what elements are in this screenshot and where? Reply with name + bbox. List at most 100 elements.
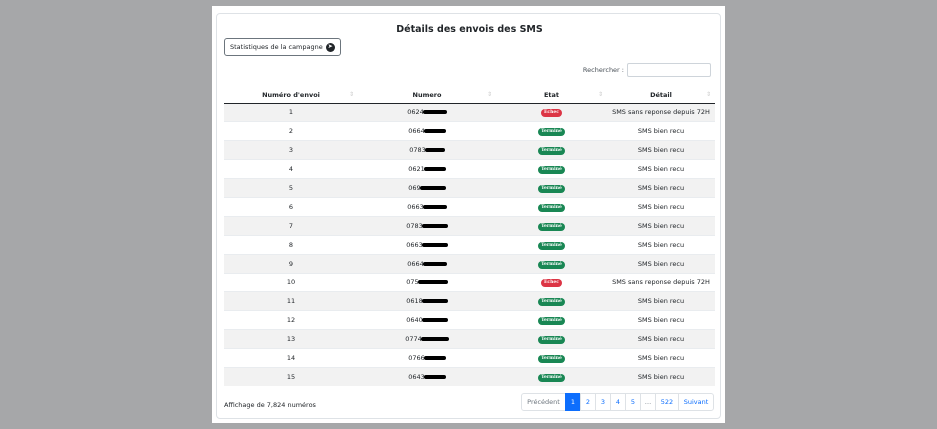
row-detail: SMS bien recu xyxy=(607,178,715,198)
row-id: 13 xyxy=(224,329,358,349)
search-area: Rechercher : xyxy=(583,63,711,77)
pagination-page-522[interactable]: 522 xyxy=(655,393,679,411)
row-etat-cell: Terminé xyxy=(496,215,607,236)
sort-icon: ⇕ xyxy=(597,91,603,98)
row-numero: 0618 xyxy=(406,297,423,306)
status-badge: Terminé xyxy=(538,317,565,326)
row-numero-cell: 069 xyxy=(358,178,496,198)
page-sheet: Détails des envois des SMS Statistiques … xyxy=(212,6,725,423)
redaction-mark xyxy=(424,148,445,153)
sort-icon: ⇕ xyxy=(348,91,354,98)
status-badge: Terminé xyxy=(538,222,565,231)
column-header-detail[interactable]: Détail ⇕ xyxy=(607,88,715,104)
status-badge: Terminé xyxy=(538,203,565,212)
row-etat-cell: Terminé xyxy=(496,159,607,179)
row-id: 9 xyxy=(224,253,358,274)
pagination-page-4[interactable]: 4 xyxy=(610,393,626,411)
search-label: Rechercher : xyxy=(582,66,624,74)
row-detail: SMS sans reponse depuis 72H xyxy=(607,272,715,292)
table-row: 10 075 Echec SMS sans reponse depuis 72H xyxy=(224,272,715,292)
pagination-page-2[interactable]: 2 xyxy=(580,393,596,411)
column-header-numero[interactable]: Numero ⇕ xyxy=(358,88,496,104)
table-row: 2 0664 Terminé SMS bien recu xyxy=(224,121,715,141)
row-numero-cell: 0640 xyxy=(358,310,496,330)
row-id: 1 xyxy=(224,102,358,122)
row-detail: SMS bien recu xyxy=(607,348,715,368)
arrow-circle-icon: ➤ xyxy=(325,42,335,52)
column-header-etat[interactable]: Etat ⇕ xyxy=(496,88,607,104)
row-numero: 0783 xyxy=(406,221,423,230)
row-etat-cell: Echec xyxy=(496,272,607,292)
redaction-mark xyxy=(421,318,448,323)
status-badge: Terminé xyxy=(538,298,565,307)
redaction-mark xyxy=(422,110,447,115)
row-detail: SMS bien recu xyxy=(607,215,715,236)
table-row: 8 0663 Terminé SMS bien recu xyxy=(224,234,715,255)
row-detail: SMS bien recu xyxy=(607,140,715,160)
table-row: 13 0774 Terminé SMS bien recu xyxy=(224,329,715,349)
row-detail: SMS bien recu xyxy=(607,253,715,274)
row-id: 10 xyxy=(224,272,358,292)
row-numero-cell: 0783 xyxy=(358,140,496,160)
row-numero: 069 xyxy=(408,184,421,192)
pagination-previous[interactable]: Précédent xyxy=(521,393,566,411)
status-badge: Echec xyxy=(540,279,563,288)
table-row: 15 0643 Terminé SMS bien recu xyxy=(224,366,715,387)
campaign-stats-label: Statistiques de la campagne xyxy=(230,43,323,51)
redaction-mark xyxy=(423,375,446,380)
row-numero-cell: 0766 xyxy=(358,348,496,368)
row-detail: SMS bien recu xyxy=(607,366,715,387)
row-etat-cell: Terminé xyxy=(496,234,607,255)
sort-icon: ⇕ xyxy=(705,91,711,98)
row-numero-cell: 0621 xyxy=(358,159,496,179)
pagination-page-1[interactable]: 1 xyxy=(565,393,581,411)
row-etat-cell: Terminé xyxy=(496,291,607,311)
row-id: 2 xyxy=(224,121,358,141)
row-detail: SMS bien recu xyxy=(607,291,715,311)
redaction-mark xyxy=(423,356,446,361)
pagination-page-5[interactable]: 5 xyxy=(625,393,641,411)
row-numero: 0621 xyxy=(408,165,425,174)
sort-icon: ⇕ xyxy=(486,91,492,98)
redaction-mark xyxy=(422,261,447,266)
row-detail: SMS sans reponse depuis 72H xyxy=(607,102,715,122)
row-etat-cell: Echec xyxy=(496,102,607,122)
status-badge: Terminé xyxy=(538,260,565,269)
row-numero: 0643 xyxy=(408,373,425,382)
row-id: 8 xyxy=(224,234,358,255)
campaign-stats-button[interactable]: Statistiques de la campagne ➤ xyxy=(224,38,341,56)
table-row: 6 0663 Terminé SMS bien recu xyxy=(224,196,715,217)
search-input[interactable] xyxy=(627,63,711,77)
table-row: 7 0783 Terminé SMS bien recu xyxy=(224,215,715,236)
row-etat-cell: Terminé xyxy=(496,366,607,387)
row-id: 15 xyxy=(224,366,358,387)
row-numero: 0664 xyxy=(407,259,424,268)
status-badge: Echec xyxy=(540,109,563,118)
status-badge: Terminé xyxy=(538,166,565,175)
row-id: 12 xyxy=(224,310,358,330)
redaction-mark xyxy=(423,167,446,172)
redaction-mark xyxy=(417,280,448,285)
pagination-next[interactable]: Suivant xyxy=(678,393,714,411)
row-etat-cell: Terminé xyxy=(496,121,607,141)
status-badge: Terminé xyxy=(538,374,565,383)
row-numero-cell: 0774 xyxy=(358,329,496,349)
redaction-mark xyxy=(420,337,449,342)
column-header-numero-envoi[interactable]: Numéro d'envoi ⇕ xyxy=(224,88,358,104)
row-etat-cell: Terminé xyxy=(496,348,607,368)
row-id: 14 xyxy=(224,348,358,368)
pagination-page-3[interactable]: 3 xyxy=(595,393,611,411)
row-etat-cell: Terminé xyxy=(496,196,607,217)
row-numero: 0640 xyxy=(406,316,423,325)
table-row: 11 0618 Terminé SMS bien recu xyxy=(224,291,715,311)
row-detail: SMS bien recu xyxy=(607,329,715,349)
table-header-row: Numéro d'envoi ⇕ Numero ⇕ Etat ⇕ Détail ⇕ xyxy=(224,88,715,104)
table-row: 5 069 Terminé SMS bien recu xyxy=(224,178,715,198)
redaction-mark xyxy=(421,223,448,228)
table-row: 9 0664 Terminé SMS bien recu xyxy=(224,253,715,274)
row-id: 3 xyxy=(224,140,358,160)
row-id: 7 xyxy=(224,215,358,236)
table-row: 1 0624 Echec SMS sans reponse depuis 72H xyxy=(224,102,715,122)
row-numero-cell: 0624 xyxy=(358,102,496,122)
row-detail: SMS bien recu xyxy=(607,196,715,217)
